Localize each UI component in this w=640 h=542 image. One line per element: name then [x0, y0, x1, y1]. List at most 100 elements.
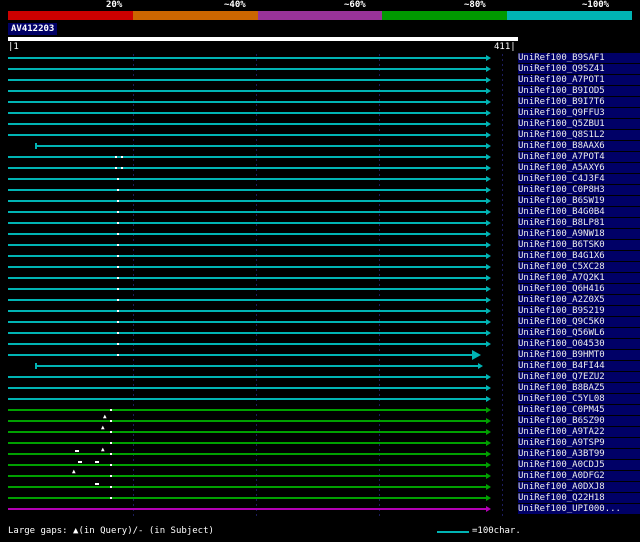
alignment-bar[interactable] [8, 211, 486, 213]
alignment-bar[interactable] [8, 508, 486, 510]
hit-label[interactable]: UniRef100_B6SZ90 [518, 416, 640, 426]
alignment-bar[interactable] [8, 57, 486, 59]
alignment-bar[interactable] [8, 409, 486, 411]
hit-label[interactable]: UniRef100_B8AAX6 [518, 141, 640, 151]
gap-dot-marker [110, 464, 112, 466]
alignment-bar[interactable] [8, 464, 486, 466]
alignment-arrowhead [478, 363, 483, 369]
hit-label[interactable]: UniRef100_A2Z0X5 [518, 295, 640, 305]
hit-label[interactable]: UniRef100_C0PM45 [518, 405, 640, 415]
hit-label[interactable]: UniRef100_C5XC28 [518, 262, 640, 272]
alignment-arrowhead [486, 187, 491, 193]
gap-dot-marker [117, 200, 119, 202]
hit-label[interactable]: UniRef100_A9TSP9 [518, 438, 640, 448]
alignment-bar[interactable] [8, 233, 486, 235]
colorbar-label-20: 20% [106, 0, 123, 10]
hit-label[interactable]: UniRef100_C0P8H3 [518, 185, 640, 195]
hit-label[interactable]: UniRef100_Q22H18 [518, 493, 640, 503]
hit-label[interactable]: UniRef100_A0DFG2 [518, 471, 640, 481]
alignment-bar[interactable] [8, 475, 486, 477]
alignment-bar[interactable] [8, 112, 486, 114]
alignment-bar[interactable] [8, 90, 486, 92]
alignment-bar[interactable] [8, 310, 486, 312]
hit-label[interactable]: UniRef100_B6TSK0 [518, 240, 640, 250]
alignment-bar[interactable] [8, 255, 486, 257]
hit-label[interactable]: UniRef100_O04530 [518, 339, 640, 349]
hit-label[interactable]: UniRef100_B9HMT0 [518, 350, 640, 360]
hit-label[interactable]: UniRef100_Q5ZBU1 [518, 119, 640, 129]
alignment-bar[interactable] [8, 442, 486, 444]
alignment-bar[interactable] [8, 299, 486, 301]
hit-label[interactable]: UniRef100_A3BT99 [518, 449, 640, 459]
hit-label[interactable]: UniRef100_B8BAZ5 [518, 383, 640, 393]
hit-label[interactable]: UniRef100_Q56WL6 [518, 328, 640, 338]
hit-label[interactable]: UniRef100_A7Q2K1 [518, 273, 640, 283]
alignment-bar[interactable] [8, 222, 486, 224]
hit-label[interactable]: UniRef100_B9S219 [518, 306, 640, 316]
alignment-arrowhead [486, 231, 491, 237]
hit-label[interactable]: UniRef100_B9IOD5 [518, 86, 640, 96]
hit-label[interactable]: UniRef100_Q9FFU3 [518, 108, 640, 118]
alignment-bar[interactable] [8, 79, 486, 81]
hit-label[interactable]: UniRef100_Q7EZU2 [518, 372, 640, 382]
hit-label[interactable]: UniRef100_B9SAF1 [518, 53, 640, 63]
alignment-bar[interactable] [8, 288, 486, 290]
alignment-bar[interactable] [8, 387, 486, 389]
gap-dot-marker [110, 431, 112, 433]
hit-label[interactable]: UniRef100_A5AXY6 [518, 163, 640, 173]
hit-label[interactable]: UniRef100_C4J3F4 [518, 174, 640, 184]
hit-label[interactable]: UniRef100_B4FI44 [518, 361, 640, 371]
hit-label[interactable]: UniRef100_Q6H416 [518, 284, 640, 294]
alignment-bar[interactable] [8, 486, 486, 488]
hit-label[interactable]: UniRef100_B4G1X6 [518, 251, 640, 261]
alignment-bar[interactable] [8, 398, 486, 400]
alignment-bar[interactable] [8, 343, 486, 345]
alignment-arrowhead [486, 121, 491, 127]
hit-label[interactable]: UniRef100_Q8S1L2 [518, 130, 640, 140]
colorbar-segment-green [382, 11, 508, 20]
hit-label[interactable]: UniRef100_UPI000... [518, 504, 640, 514]
hit-label[interactable]: UniRef100_A9NW18 [518, 229, 640, 239]
hit-label[interactable]: UniRef100_B4G0B4 [518, 207, 640, 217]
alignment-bar[interactable] [8, 189, 486, 191]
hit-label[interactable]: UniRef100_A9TA22 [518, 427, 640, 437]
blast-overview: 20% ~40% ~60% ~80% ~100% AV412203 |1 411… [0, 0, 640, 542]
alignment-bar[interactable] [8, 200, 486, 202]
alignment-arrowhead [486, 198, 491, 204]
alignment-bar[interactable] [8, 453, 486, 455]
alignment-arrowhead [486, 220, 491, 226]
alignment-bar[interactable] [8, 420, 486, 422]
alignment-bar[interactable] [8, 123, 486, 125]
alignment-bar[interactable] [8, 497, 486, 499]
alignment-arrowhead [486, 462, 491, 468]
hit-label[interactable]: UniRef100_B8LP81 [518, 218, 640, 228]
hit-label[interactable]: UniRef100_B9I7T6 [518, 97, 640, 107]
alignment-bar[interactable] [8, 321, 486, 323]
alignment-bar[interactable] [8, 244, 486, 246]
alignment-bar[interactable] [8, 156, 486, 158]
alignment-bar[interactable] [8, 134, 486, 136]
hit-label[interactable]: UniRef100_A0CDJ5 [518, 460, 640, 470]
alignment-bar[interactable] [8, 266, 486, 268]
gap-dot-marker [110, 420, 112, 422]
alignment-bar[interactable] [8, 376, 486, 378]
hit-label[interactable]: UniRef100_A0DXJ8 [518, 482, 640, 492]
alignment-bar[interactable] [8, 354, 472, 356]
alignment-bar[interactable] [8, 431, 486, 433]
alignment-bar[interactable] [36, 145, 486, 147]
hit-label[interactable]: UniRef100_B6SW19 [518, 196, 640, 206]
alignment-bar[interactable] [36, 365, 478, 367]
hit-label[interactable]: UniRef100_C5YL08 [518, 394, 640, 404]
hit-label[interactable]: UniRef100_Q9SZ41 [518, 64, 640, 74]
alignment-bar[interactable] [8, 332, 486, 334]
hit-label[interactable]: UniRef100_Q9C5K0 [518, 317, 640, 327]
alignment-bar[interactable] [8, 101, 486, 103]
alignment-bar[interactable] [8, 277, 486, 279]
alignment-arrowhead [486, 319, 491, 325]
alignment-bar[interactable] [8, 178, 486, 180]
alignment-bar[interactable] [8, 68, 486, 70]
hit-label[interactable]: UniRef100_A7POT1 [518, 75, 640, 85]
alignment-bar[interactable] [8, 167, 486, 169]
hit-label[interactable]: UniRef100_A7POT4 [518, 152, 640, 162]
gap-dash-marker [75, 450, 79, 452]
